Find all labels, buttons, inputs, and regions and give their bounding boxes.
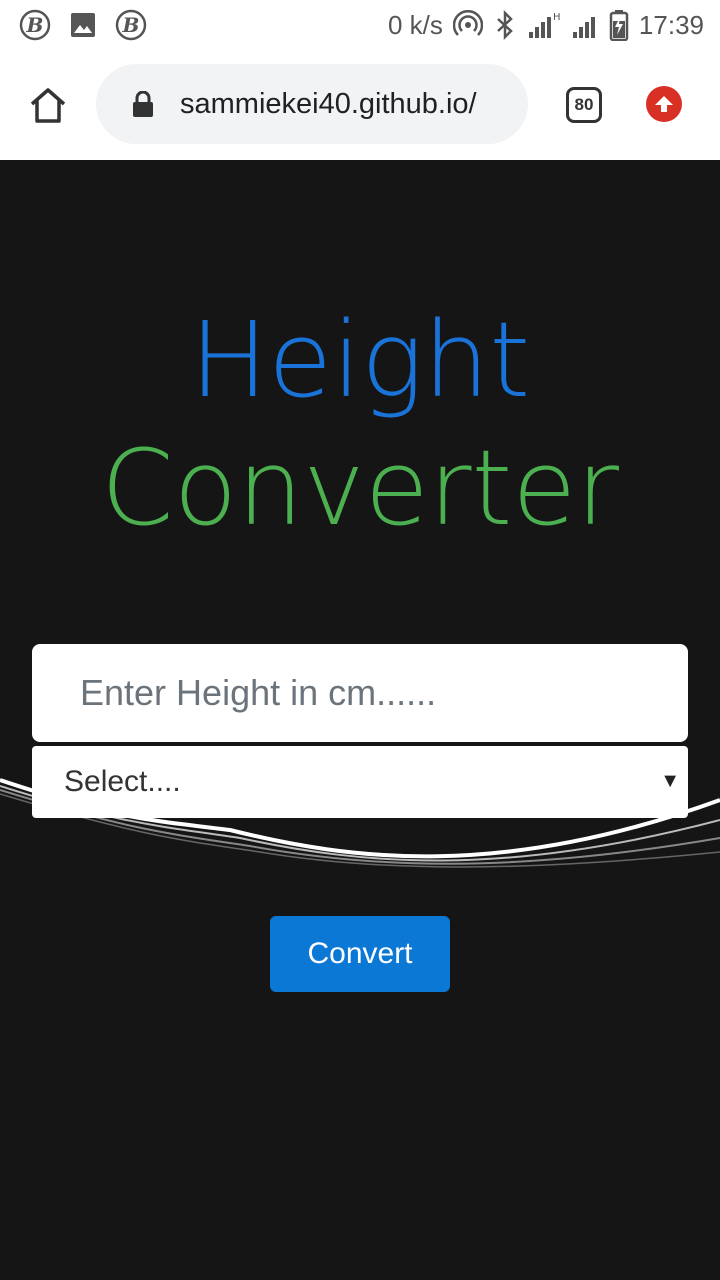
b-app-icon: B (18, 8, 52, 42)
unit-select[interactable]: Select.... ▼ (32, 746, 688, 818)
bluetooth-icon (493, 10, 517, 40)
image-icon (66, 8, 100, 42)
clock: 17:39 (638, 9, 704, 40)
notification-icons: B B (18, 8, 148, 42)
page-content: Height Converter Select.... ▼ Convert (0, 160, 720, 1280)
tab-switcher-button[interactable]: 80 (566, 87, 602, 123)
url-text: sammiekei40.github.io/ (180, 87, 477, 120)
hotspot-icon (452, 10, 483, 40)
status-bar: B B 0 k/s H+ 17:39 (0, 0, 720, 52)
network-type: H+ (553, 12, 561, 23)
b-app-icon: B (114, 8, 148, 42)
lock-icon (132, 90, 154, 117)
signal-icon: H+ (527, 10, 561, 40)
convert-button[interactable]: Convert (270, 916, 450, 992)
browser-toolbar: sammiekei40.github.io/ 80 (0, 52, 720, 160)
home-icon[interactable] (26, 84, 70, 128)
select-value: Select.... (64, 765, 181, 798)
net-speed: 0 k/s (388, 9, 443, 40)
svg-text:B: B (26, 13, 44, 37)
address-bar[interactable]: sammiekei40.github.io/ (96, 64, 528, 144)
update-arrow-icon[interactable] (646, 86, 682, 122)
title-converter: Converter (101, 427, 619, 549)
system-status: 0 k/s H+ 17:39 (388, 9, 704, 41)
svg-text:B: B (122, 13, 140, 37)
title-height: Height (189, 299, 531, 421)
height-input[interactable] (32, 644, 688, 742)
signal-icon (571, 10, 599, 40)
chevron-down-icon: ▼ (660, 770, 680, 792)
battery-charging-icon (609, 9, 629, 41)
